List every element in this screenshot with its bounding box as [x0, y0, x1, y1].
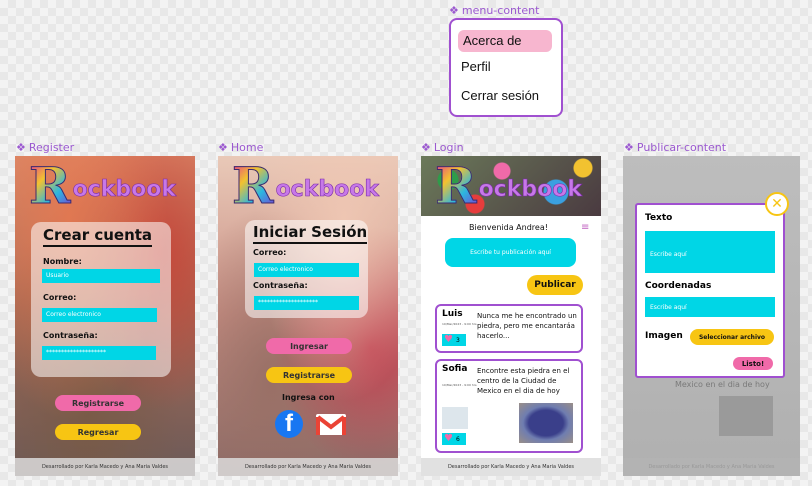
logo-r: R — [232, 156, 275, 215]
component-icon: ❖ — [16, 141, 26, 154]
nombre-input[interactable]: Usuario — [42, 269, 160, 283]
post-author: Luis — [442, 309, 463, 319]
rockbook-logo: R ockbook — [435, 156, 583, 215]
password-input[interactable]: ******************** — [42, 346, 156, 360]
like-button[interactable]: ♥ 3 — [442, 334, 466, 346]
frame-label-text: menu-content — [461, 4, 540, 17]
registrarse-button[interactable]: Registrarse — [55, 395, 141, 411]
logo-text: ockbook — [275, 177, 379, 203]
frame-label-text: Login — [433, 141, 464, 154]
post-date: 10/Mar/2023 - 9:00 hrs — [442, 322, 477, 326]
frame-label-text: Register — [28, 141, 75, 154]
regresar-button[interactable]: Regresar — [55, 424, 141, 440]
home-screen: R ockbook Iniciar Sesión Correo: Correo … — [218, 156, 398, 476]
like-button[interactable]: ♥ 6 — [442, 433, 466, 445]
hamburger-menu-icon[interactable]: ≡ — [581, 222, 589, 233]
ingresa-con-label: Ingresa con — [282, 393, 335, 402]
gmail-icon[interactable] — [316, 414, 346, 435]
register-footer: Desarrollado por Karla Macedo y Ana Mari… — [15, 458, 195, 476]
rockbook-logo: R ockbook — [29, 156, 177, 215]
heart-icon: ♥ — [444, 433, 453, 444]
publish-input[interactable]: Escribe tu publicación aquí — [445, 238, 576, 267]
post-card: Luis 10/Mar/2023 - 9:00 hrs Nunca me he … — [435, 304, 583, 353]
password-label: Contraseña: — [43, 331, 98, 340]
home-title: Iniciar Sesión — [253, 223, 368, 244]
logo-r: R — [29, 156, 72, 215]
publicar-modal: Texto Escribe aquí Coordenadas Escribe a… — [635, 203, 785, 378]
seleccionar-archivo-button[interactable]: Seleccionar archivo — [690, 329, 774, 345]
component-icon: ❖ — [449, 4, 459, 17]
coordenadas-input[interactable]: Escribe aquí — [645, 297, 775, 317]
component-icon: ❖ — [624, 141, 634, 154]
frame-label-text: Publicar-content — [636, 141, 727, 154]
close-icon[interactable]: ✕ — [765, 192, 789, 216]
component-icon: ❖ — [218, 141, 228, 154]
post-author: Sofia — [442, 364, 468, 374]
logo-text: ockbook — [478, 177, 582, 203]
correo-label: Correo: — [43, 293, 77, 302]
frame-label-text: Home — [230, 141, 264, 154]
facebook-icon[interactable]: f — [275, 410, 303, 438]
registrarse-button[interactable]: Registrarse — [266, 367, 352, 383]
welcome-text: Bienvenida Andrea! — [469, 223, 548, 232]
frame-label-menu-content: ❖ menu-content — [449, 4, 539, 17]
rock-photo — [519, 403, 573, 443]
menu-item-acerca-de[interactable]: Acerca de — [458, 30, 552, 52]
listo-button[interactable]: Listo! — [733, 357, 773, 370]
background-post-text: Mexico en el dia de hoy — [675, 380, 770, 389]
register-title: Crear cuenta — [43, 226, 153, 247]
correo-label: Correo: — [253, 248, 287, 257]
nombre-label: Nombre: — [43, 257, 82, 266]
menu-item-perfil[interactable]: Perfil — [461, 59, 491, 74]
texto-input[interactable]: Escribe aquí — [645, 231, 775, 273]
texto-label: Texto — [645, 213, 673, 223]
map-thumbnail — [442, 407, 468, 429]
ingresar-button[interactable]: Ingresar — [266, 338, 352, 354]
menu-content: Acerca de Perfil Cerrar sesión — [449, 18, 563, 117]
component-icon: ❖ — [421, 141, 431, 154]
frame-label-home: ❖ Home — [218, 141, 263, 154]
like-count: 3 — [455, 336, 460, 344]
login-footer: Desarrollado por Karla Macedo y Ana Mari… — [421, 458, 601, 476]
home-footer: Desarrollado por Karla Macedo y Ana Mari… — [218, 458, 398, 476]
publicar-button[interactable]: Publicar — [527, 275, 583, 295]
coordenadas-label: Coordenadas — [645, 281, 712, 291]
post-card: Sofia 10/Mar/2023 - 9:00 hrs Encontre es… — [435, 359, 583, 453]
like-count: 6 — [455, 435, 460, 443]
background-rock-photo — [719, 396, 773, 436]
imagen-label: Imagen — [645, 331, 683, 341]
rockbook-logo: R ockbook — [232, 156, 380, 215]
correo-input[interactable]: Correo electronico — [254, 263, 359, 277]
logo-text: ockbook — [72, 177, 176, 203]
post-date: 10/Mar/2023 - 9:00 hrs — [442, 383, 477, 387]
menu-item-cerrar-sesion[interactable]: Cerrar sesión — [461, 88, 539, 103]
post-text: Nunca me he encontrado un piedra, pero m… — [477, 312, 577, 340]
frame-label-register: ❖ Register — [16, 141, 74, 154]
post-text: Encontre esta piedra en el centro de la … — [477, 367, 570, 395]
login-screen: R ockbook Bienvenida Andrea! ≡ Escribe t… — [421, 156, 601, 476]
password-label: Contraseña: — [253, 281, 308, 290]
publicar-footer: Desarrollado por Karla Macedo y Ana Mari… — [623, 458, 800, 476]
password-input[interactable]: ******************** — [254, 296, 359, 310]
frame-label-login: ❖ Login — [421, 141, 464, 154]
frame-label-publicar-content: ❖ Publicar-content — [624, 141, 726, 154]
correo-input[interactable]: Correo electronico — [42, 308, 157, 322]
register-screen: R ockbook Crear cuenta Nombre: Usuario C… — [15, 156, 195, 476]
logo-r: R — [435, 156, 478, 215]
heart-icon: ♥ — [444, 334, 453, 345]
